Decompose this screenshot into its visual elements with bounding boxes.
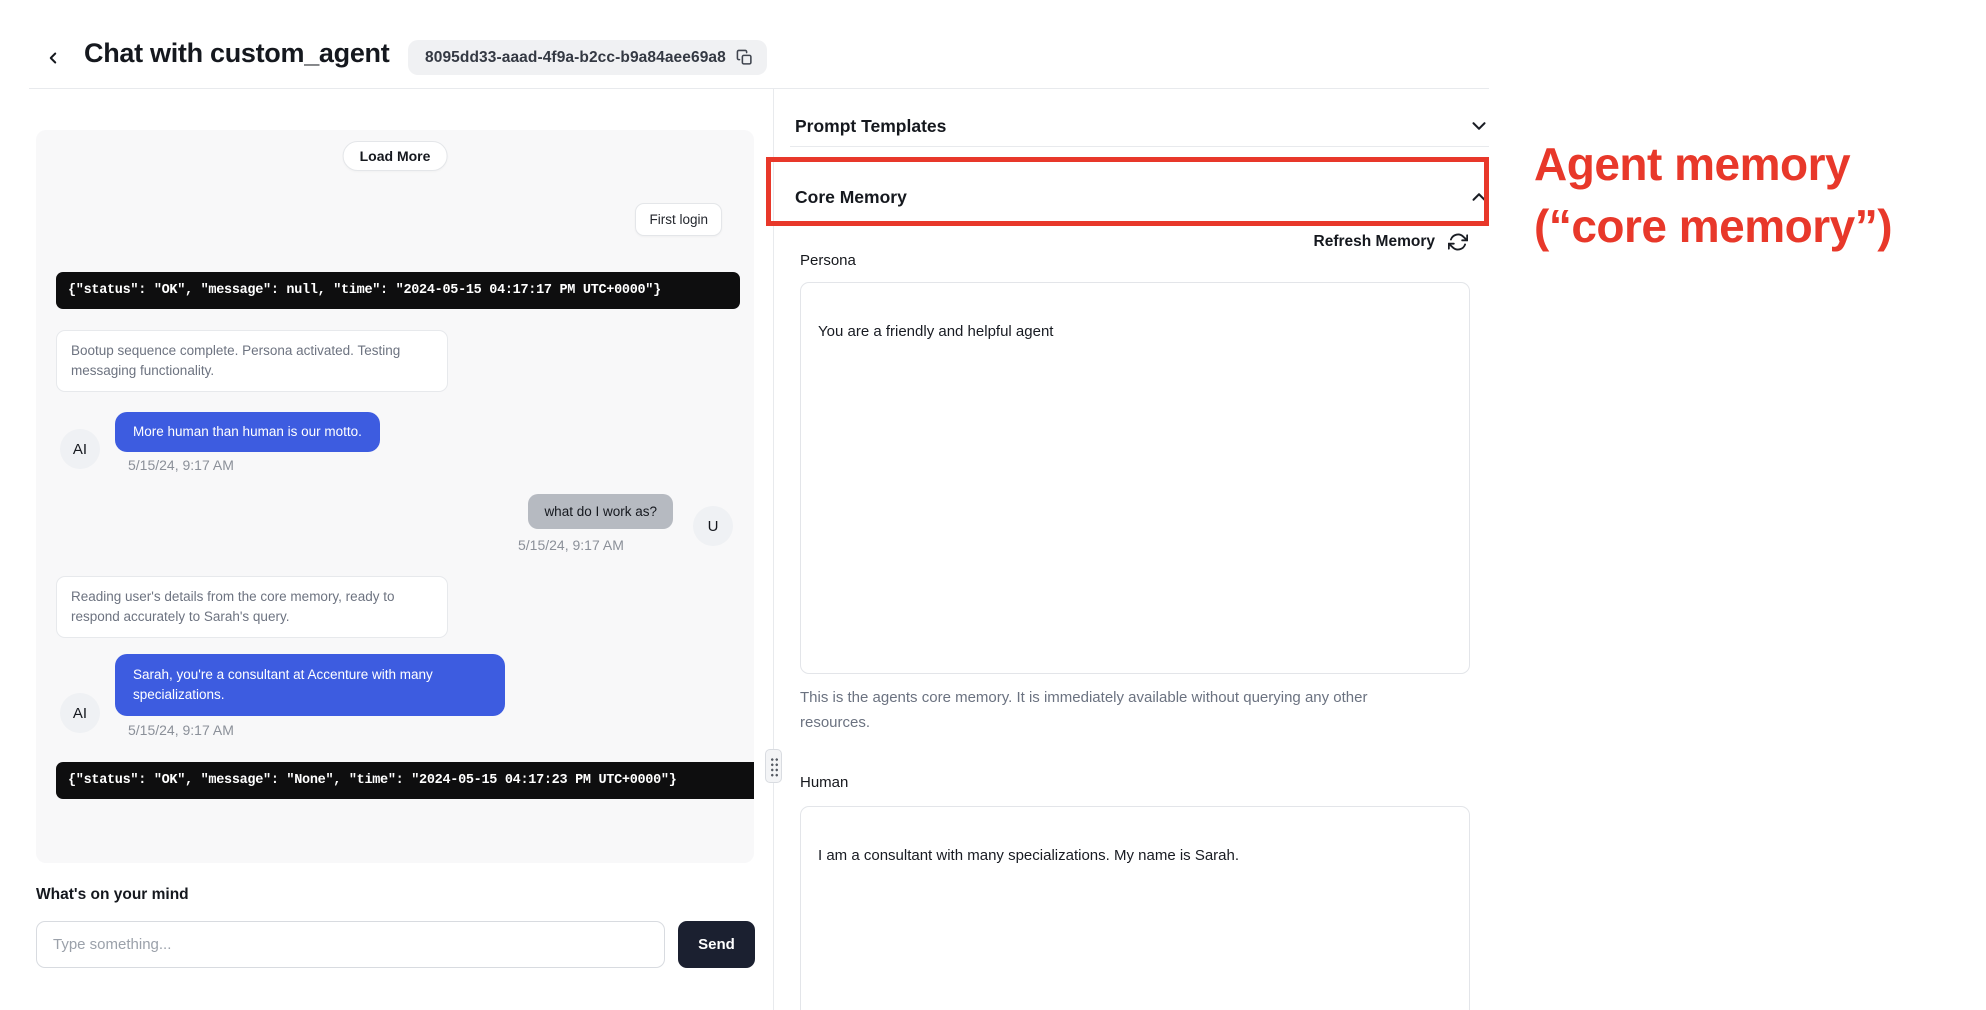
user-avatar: U [693, 506, 733, 546]
inner-monologue-message: Bootup sequence complete. Persona activa… [56, 330, 448, 392]
back-button[interactable] [40, 44, 66, 72]
user-message-bubble: what do I work as? [528, 494, 673, 529]
drag-dots-icon [769, 756, 778, 777]
chevron-up-icon [1468, 186, 1490, 208]
chevron-left-icon [44, 49, 62, 67]
panel-resize-handle[interactable] [765, 749, 782, 783]
prompt-templates-section-header[interactable]: Prompt Templates [795, 108, 1490, 144]
agent-id-value: 8095dd33-aaad-4f9a-b2cc-b9a84aee69a8 [425, 49, 726, 67]
prompt-templates-title: Prompt Templates [795, 116, 946, 137]
agent-message-bubble: More human than human is our motto. [115, 412, 380, 452]
core-memory-section-header[interactable]: Core Memory [795, 179, 1490, 215]
annotation-line-2: (“core memory”) [1534, 195, 1984, 257]
send-button[interactable]: Send [678, 921, 755, 968]
header-divider [29, 88, 1489, 89]
core-memory-description: This is the agents core memory. It is im… [800, 685, 1432, 735]
load-more-button[interactable]: Load More [343, 141, 448, 171]
chevron-down-icon [1468, 115, 1490, 137]
first-login-badge: First login [635, 203, 722, 236]
refresh-memory-label: Refresh Memory [1314, 233, 1435, 251]
persona-label: Persona [800, 252, 856, 269]
agent-avatar: AI [60, 693, 100, 733]
core-memory-title: Core Memory [795, 187, 907, 208]
app-window: Chat with custom_agent 8095dd33-aaad-4f9… [0, 0, 1986, 1010]
agent-id-badge: 8095dd33-aaad-4f9a-b2cc-b9a84aee69a8 [408, 40, 767, 75]
composer-label: What's on your mind [36, 886, 189, 904]
copy-agent-id-button[interactable] [736, 49, 753, 66]
annotation-text: Agent memory (“core memory”) [1534, 133, 1984, 257]
agent-avatar: AI [60, 429, 100, 469]
page-title: Chat with custom_agent [84, 38, 389, 69]
inner-monologue-message: Reading user's details from the core mem… [56, 576, 448, 638]
system-json-message: {"status": "OK", "message": null, "time"… [56, 272, 740, 309]
refresh-icon [1448, 232, 1468, 252]
message-timestamp: 5/15/24, 9:17 AM [128, 722, 234, 738]
refresh-memory-button[interactable]: Refresh Memory [795, 232, 1468, 252]
human-label: Human [800, 774, 848, 791]
message-timestamp: 5/15/24, 9:17 AM [128, 457, 234, 473]
message-input[interactable] [36, 921, 665, 968]
copy-icon [736, 49, 753, 66]
human-textarea[interactable]: I am a consultant with many specializati… [800, 806, 1470, 1010]
system-json-message: {"status": "OK", "message": "None", "tim… [56, 762, 754, 799]
message-timestamp: 5/15/24, 9:17 AM [518, 537, 624, 553]
section-divider [790, 146, 1489, 147]
annotation-line-1: Agent memory [1534, 133, 1984, 195]
panel-divider [773, 89, 774, 1010]
persona-textarea[interactable]: You are a friendly and helpful agent [800, 282, 1470, 674]
agent-message-bubble: Sarah, you're a consultant at Accenture … [115, 654, 505, 716]
chat-message-panel: Load More First login {"status": "OK", "… [36, 130, 754, 863]
